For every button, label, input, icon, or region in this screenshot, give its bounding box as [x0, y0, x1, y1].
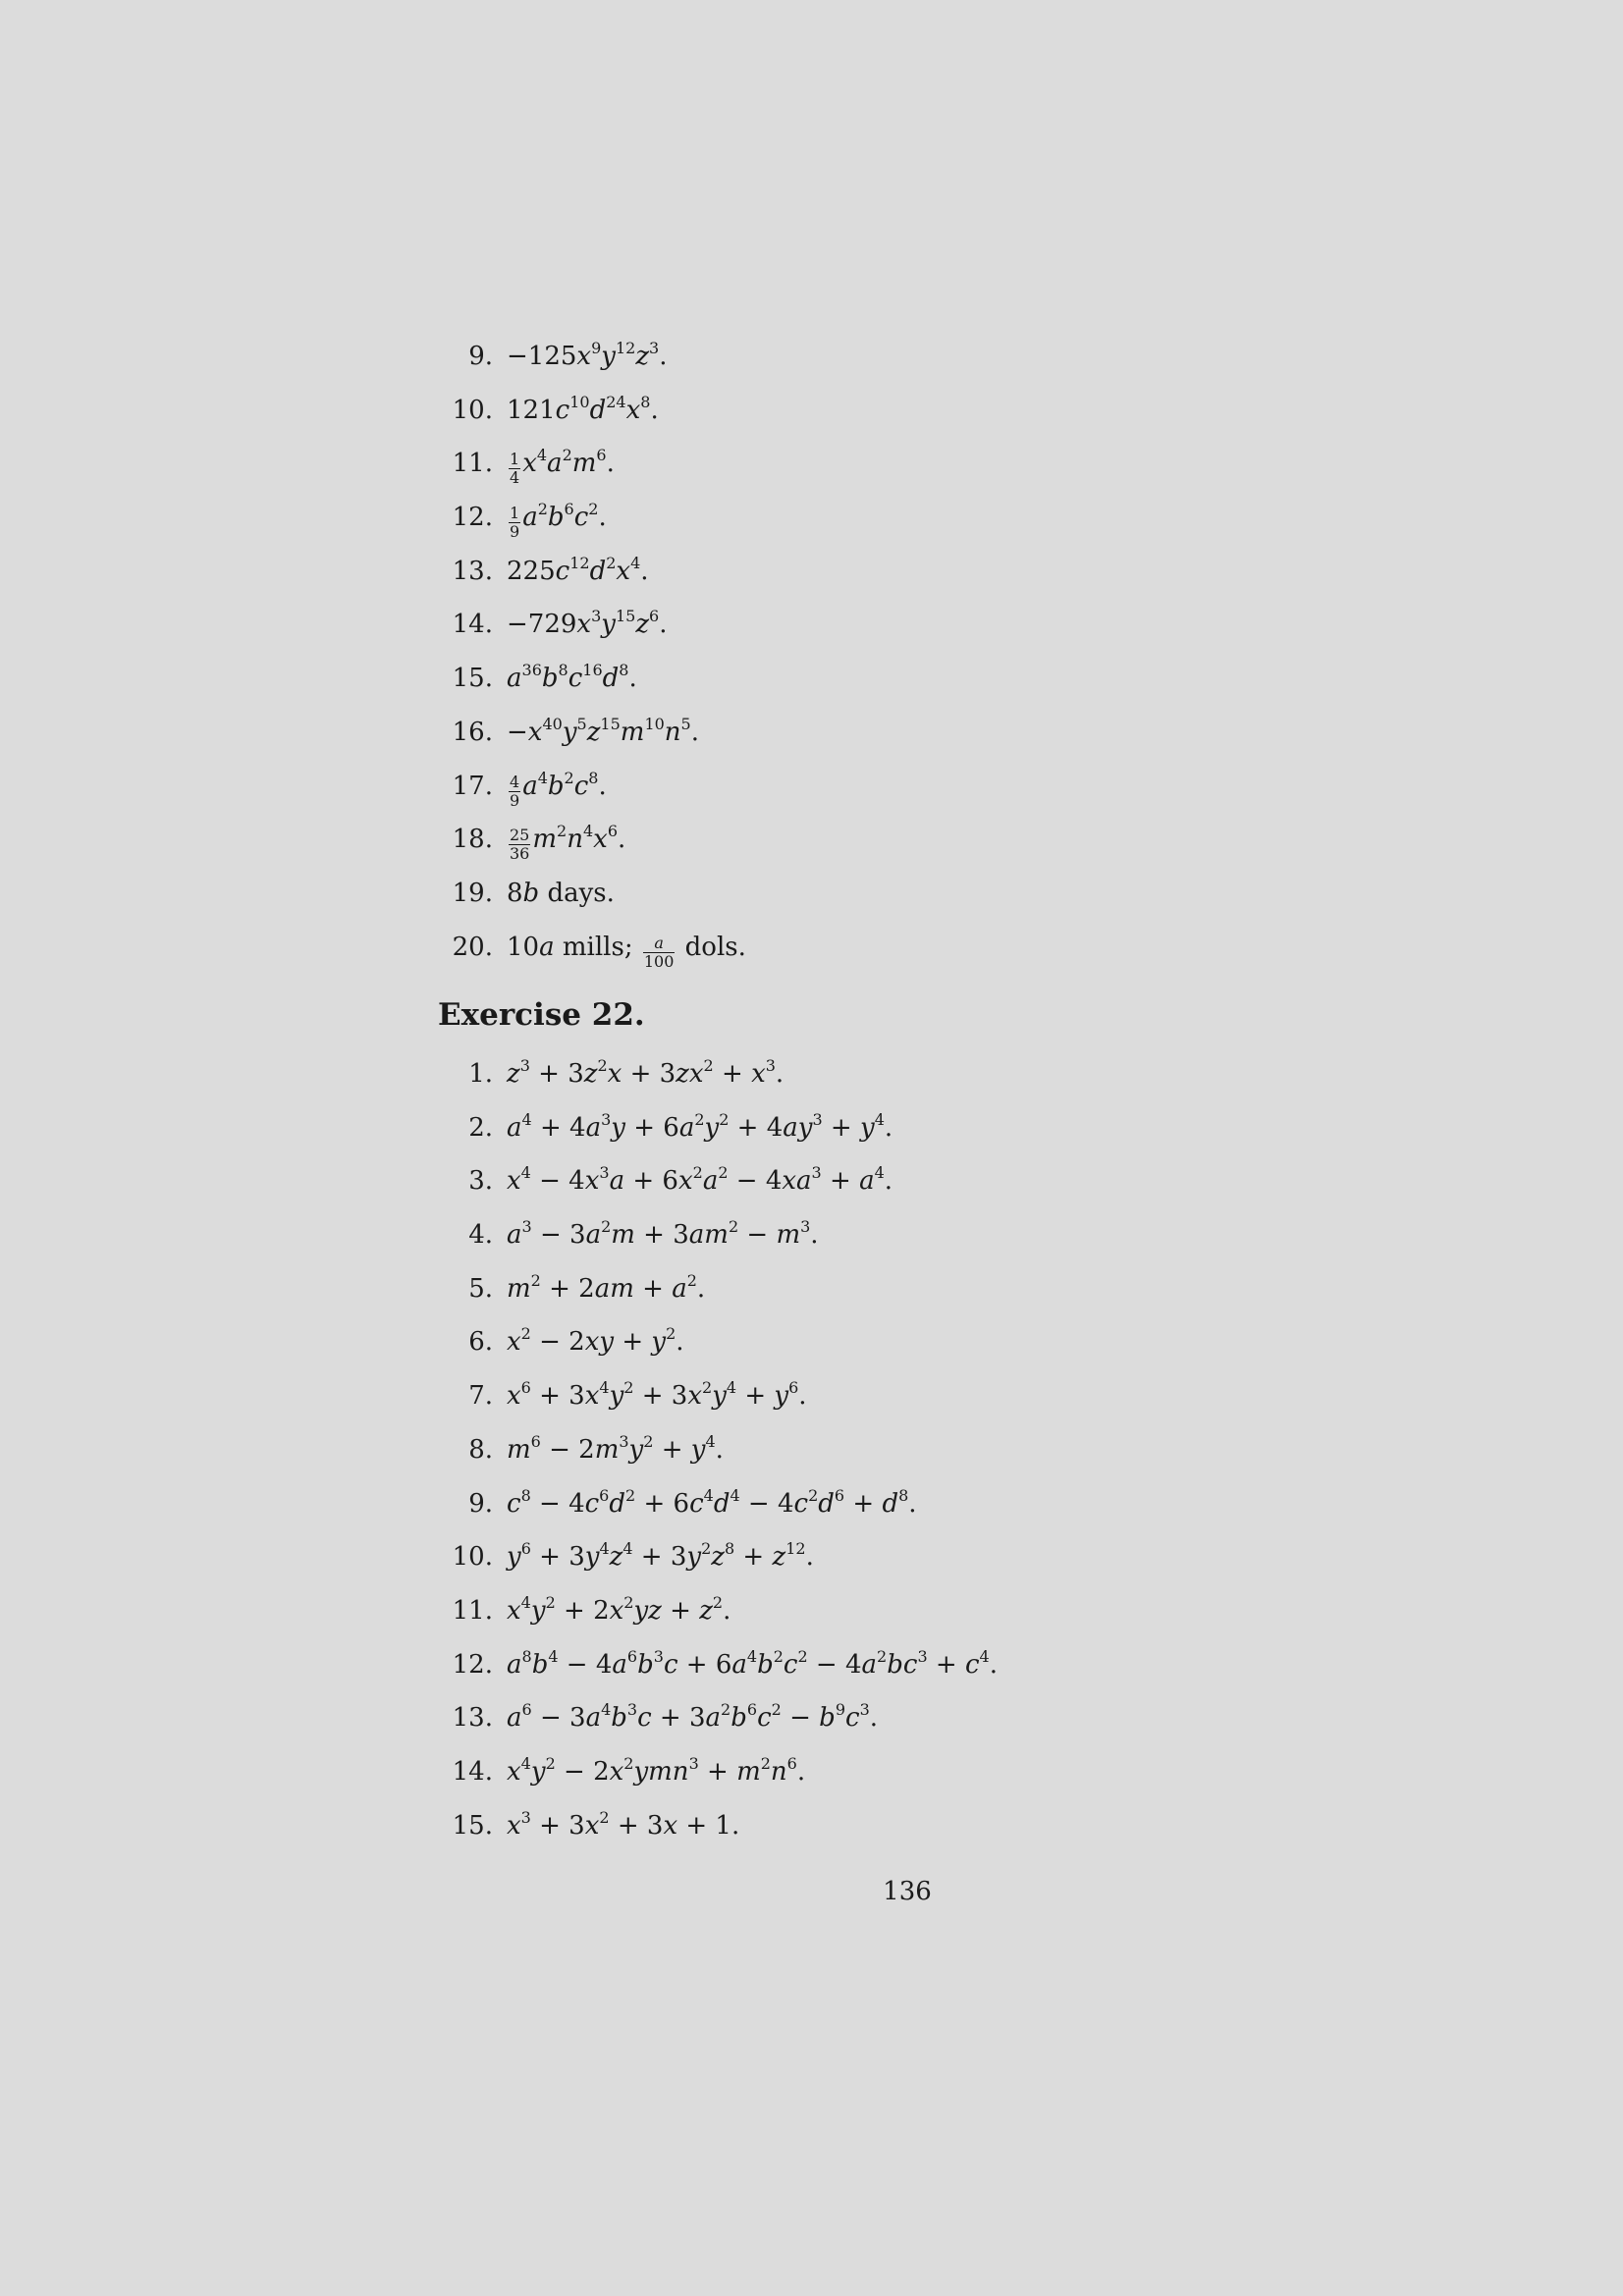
list-item: 11. x4y2 + 2x2yz + z2.	[438, 1591, 1420, 1645]
item-number: 8.	[468, 1434, 493, 1465]
list-item: 9. c8 − 4c6d2 + 6c4d4 − 4c2d6 + d8.	[438, 1484, 1420, 1538]
answer-list-previous-exercise: 9. −125x9y12z3. 10. 121c10d24x8. 11. 14x…	[438, 337, 1420, 981]
list-item: 16. −x40y5z15m10n5.	[438, 713, 1420, 767]
item-expression: y6 + 3y4z4 + 3y2z8 + z12.	[507, 1539, 814, 1573]
item-expression: x3 + 3x2 + 3x + 1.	[507, 1807, 740, 1841]
document-page: 9. −125x9y12z3. 10. 121c10d24x8. 11. 14x…	[0, 0, 1623, 2296]
item-number: 17.	[452, 771, 493, 801]
item-number: 7.	[468, 1381, 493, 1412]
item-number: 3.	[468, 1166, 493, 1197]
list-item: 13. a6 − 3a4b3c + 3a2b6c2 − b9c3.	[438, 1698, 1420, 1752]
item-expression: 121c10d24x8.	[507, 392, 659, 425]
item-expression: a8b4 − 4a6b3c + 6a4b2c2 − 4a2bc3 + c4.	[507, 1646, 998, 1680]
item-number: 15.	[452, 664, 493, 694]
item-number: 5.	[468, 1273, 493, 1304]
item-expression: 1 4 x4a2m6.	[509, 446, 615, 488]
list-item: 11. 1 4 x4a2m6.	[438, 444, 1420, 498]
item-number: 9.	[468, 1488, 493, 1519]
item-expression: c8 − 4c6d2 + 6c4d4 − 4c2d6 + d8.	[507, 1485, 917, 1519]
item-expression: m6 − 2m3y2 + y4.	[507, 1431, 724, 1465]
item-number: 20.	[452, 932, 493, 962]
list-item: 6. x2 − 2xy + y2.	[438, 1322, 1420, 1376]
list-item: 10. y6 + 3y4z4 + 3y2z8 + z12.	[438, 1537, 1420, 1591]
list-item: 14. x4y2 − 2x2ymn3 + m2n6.	[438, 1752, 1420, 1806]
list-item: 4. a3 − 3a2m + 3am2 − m3.	[438, 1215, 1420, 1269]
item-expression: x4y2 + 2x2yz + z2.	[507, 1592, 731, 1626]
item-number: 13.	[452, 1703, 493, 1734]
list-item: 10. 121c10d24x8.	[438, 391, 1420, 445]
item-expression: 225c12d2x4.	[507, 553, 649, 586]
item-expression: 10a mills; a 100 dols.	[507, 932, 746, 971]
item-expression: x6 + 3x4y2 + 3x2y4 + y6.	[507, 1378, 807, 1412]
item-expression: a6 − 3a4b3c + 3a2b6c2 − b9c3.	[507, 1700, 879, 1734]
list-item: 7. x6 + 3x4y2 + 3x2y4 + y6.	[438, 1376, 1420, 1430]
list-item: 1. z3 + 3z2x + 3zx2 + x3.	[438, 1054, 1420, 1108]
item-expression: x4y2 − 2x2ymn3 + m2n6.	[507, 1753, 806, 1787]
item-number: 10.	[452, 1542, 493, 1573]
item-expression: a36b8c16d8.	[507, 661, 637, 694]
item-number: 19.	[452, 878, 493, 908]
item-number: 10.	[452, 395, 493, 425]
page-number: 136	[883, 1877, 932, 1906]
item-expression: x2 − 2xy + y2.	[507, 1324, 684, 1358]
item-number: 1.	[468, 1059, 493, 1089]
list-item: 15. a36b8c16d8.	[438, 659, 1420, 713]
item-number: 2.	[468, 1112, 493, 1143]
item-expression: 4 9 a4b2c8.	[509, 768, 607, 810]
list-item: 5. m2 + 2am + a2.	[438, 1269, 1420, 1323]
item-number: 15.	[452, 1810, 493, 1841]
item-number: 11.	[452, 1595, 493, 1626]
item-number: 14.	[452, 1756, 493, 1787]
item-expression: 8b days.	[507, 878, 615, 908]
item-expression: m2 + 2am + a2.	[507, 1270, 706, 1304]
item-number: 4.	[468, 1220, 493, 1251]
list-item: 8. m6 − 2m3y2 + y4.	[438, 1430, 1420, 1484]
list-item: 3. x4 − 4x3a + 6x2a2 − 4xa3 + a4.	[438, 1161, 1420, 1215]
item-expression: −x40y5z15m10n5.	[507, 714, 699, 747]
answer-list-exercise-22: 1. z3 + 3z2x + 3zx2 + x3. 2. a4 + 4a3y +…	[438, 1054, 1420, 1859]
item-expression: a4 + 4a3y + 6a2y2 + 4ay3 + y4.	[507, 1109, 893, 1143]
item-number: 14.	[452, 610, 493, 640]
item-number: 6.	[468, 1327, 493, 1358]
item-number: 16.	[452, 717, 493, 747]
item-expression: −125x9y12z3.	[507, 339, 668, 372]
list-item: 17. 4 9 a4b2c8.	[438, 767, 1420, 821]
item-number: 9.	[468, 342, 493, 371]
item-expression: x4 − 4x3a + 6x2a2 − 4xa3 + a4.	[507, 1163, 893, 1197]
list-item: 19. 8b days.	[438, 874, 1420, 928]
item-expression: 1 9 a2b6c2.	[509, 500, 607, 542]
exercise-heading: Exercise 22.	[438, 997, 645, 1033]
item-number: 12.	[452, 1649, 493, 1680]
item-number: 11.	[452, 449, 493, 479]
item-expression: a3 − 3a2m + 3am2 − m3.	[507, 1217, 819, 1251]
list-item: 14. −729x3y15z6.	[438, 605, 1420, 659]
list-item: 20. 10a mills; a 100 dols.	[438, 928, 1420, 982]
item-number: 13.	[452, 556, 493, 586]
item-expression: 25 36 m2n4x6.	[509, 822, 626, 864]
list-item: 18. 25 36 m2n4x6.	[438, 820, 1420, 874]
item-number: 12.	[452, 503, 493, 533]
item-number: 18.	[452, 825, 493, 855]
item-expression: −729x3y15z6.	[507, 607, 668, 640]
list-item: 12. 1 9 a2b6c2.	[438, 498, 1420, 552]
list-item: 2. a4 + 4a3y + 6a2y2 + 4ay3 + y4.	[438, 1108, 1420, 1162]
list-item: 12. a8b4 − 4a6b3c + 6a4b2c2 − 4a2bc3 + c…	[438, 1645, 1420, 1699]
list-item: 9. −125x9y12z3.	[438, 337, 1420, 391]
item-expression: z3 + 3z2x + 3zx2 + x3.	[507, 1056, 784, 1090]
list-item: 13. 225c12d2x4.	[438, 552, 1420, 606]
list-item: 15. x3 + 3x2 + 3x + 1.	[438, 1806, 1420, 1860]
